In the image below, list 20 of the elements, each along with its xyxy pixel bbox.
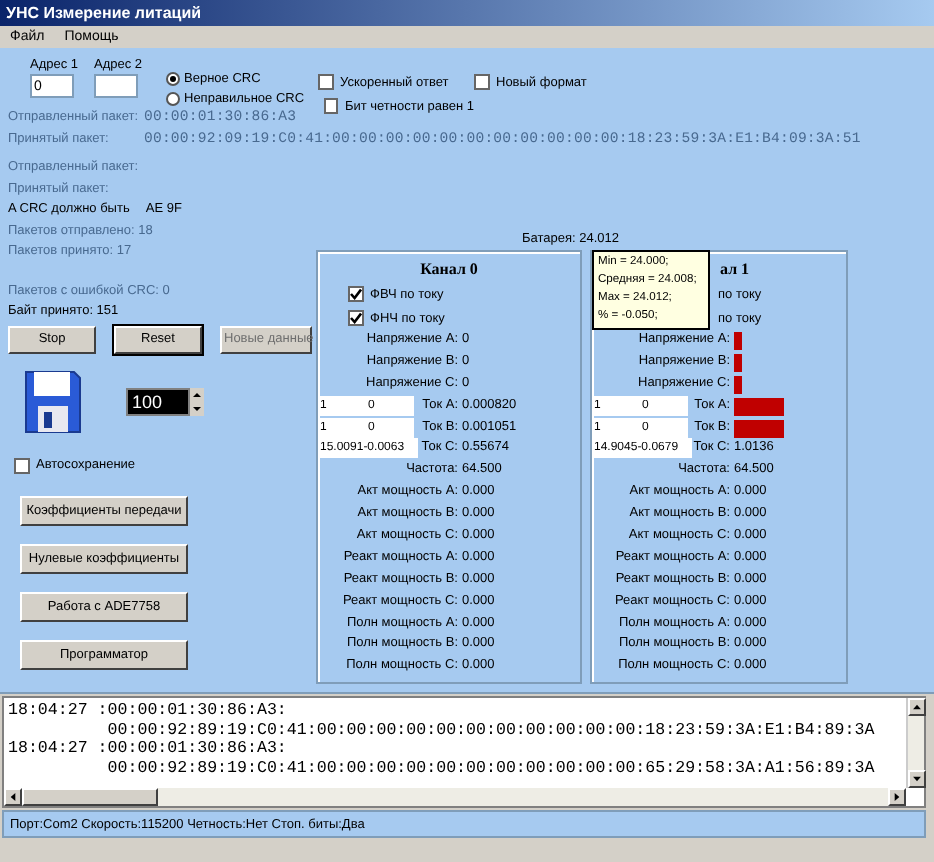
scroll-left-icon[interactable]	[4, 788, 22, 806]
radio-button[interactable]	[166, 72, 180, 86]
checkbox[interactable]	[324, 98, 339, 114]
scroll-right-icon[interactable]	[888, 788, 906, 806]
up-arrow-icon[interactable]	[190, 387, 204, 401]
channel-title: ал 1	[720, 260, 750, 278]
checkbox[interactable]	[348, 310, 364, 326]
checkbox[interactable]	[14, 457, 30, 473]
scroll-up-icon[interactable]	[908, 698, 926, 716]
address-field[interactable]	[94, 74, 138, 98]
scrollbar-thumb[interactable]	[22, 788, 158, 806]
checkbox[interactable]	[318, 74, 334, 90]
scroll-down-icon[interactable]	[908, 770, 926, 788]
radio-button[interactable]	[166, 92, 180, 106]
channel-title: Канал 0	[420, 260, 478, 278]
window-title: УНС Измерение литаций	[0, 0, 934, 26]
checkbox[interactable]	[474, 74, 490, 90]
log-text: 18:04:27 :00:00:01:30:86:A3: 00:00:92:89:19:C0:41:00:00:00:00:00:00:00:00:00:00:00:18:23:59:3A:E1:B4:89:3A 18:04:27 :00:00:01:30:86:A3: 00:00:92:89:19:C0:41:00:00:00:00:00:00:00:00:00:00:00:65:29:58:3A:A1:56:89:3A	[6, 700, 877, 781]
checkbox[interactable]	[348, 286, 364, 302]
interval-field[interactable]: 100	[126, 387, 190, 415]
